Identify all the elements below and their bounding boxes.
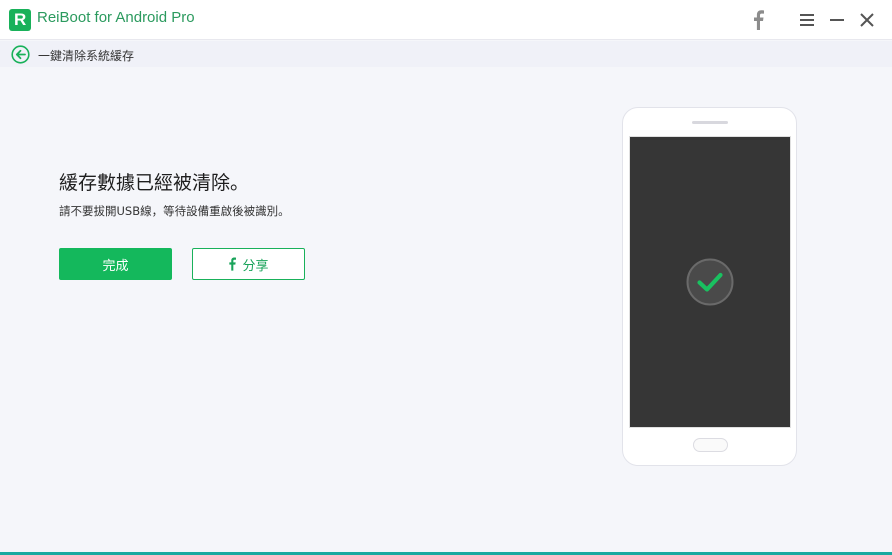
page-title: 緩存數據已經被清除。 [59, 172, 250, 194]
check-circle-icon [686, 258, 734, 306]
phone-home-button [693, 438, 728, 452]
done-button[interactable]: 完成 [59, 248, 172, 280]
phone-illustration [622, 107, 797, 466]
phone-screen [629, 136, 791, 428]
facebook-icon [229, 257, 237, 271]
menu-icon[interactable] [795, 8, 819, 32]
logo-letter: R [14, 10, 27, 29]
breadcrumb-bar: 一鍵清除系統緩存 [0, 41, 892, 67]
minimize-icon[interactable] [825, 8, 849, 32]
close-icon[interactable] [855, 8, 879, 32]
app-logo: R [9, 9, 31, 31]
share-button[interactable]: 分享 [192, 248, 305, 280]
done-button-label: 完成 [102, 257, 129, 273]
page-subtitle: 請不要拔開USB線，等待設備重啟後被識別。 [59, 204, 290, 218]
share-button-label: 分享 [242, 258, 269, 274]
title-bar: R ReiBoot for Android Pro [0, 0, 892, 40]
back-arrow-icon[interactable] [11, 45, 30, 64]
phone-speaker [692, 121, 728, 124]
facebook-icon[interactable] [746, 8, 770, 32]
breadcrumb: 一鍵清除系統緩存 [38, 49, 135, 63]
app-title: ReiBoot for Android Pro [37, 9, 195, 26]
